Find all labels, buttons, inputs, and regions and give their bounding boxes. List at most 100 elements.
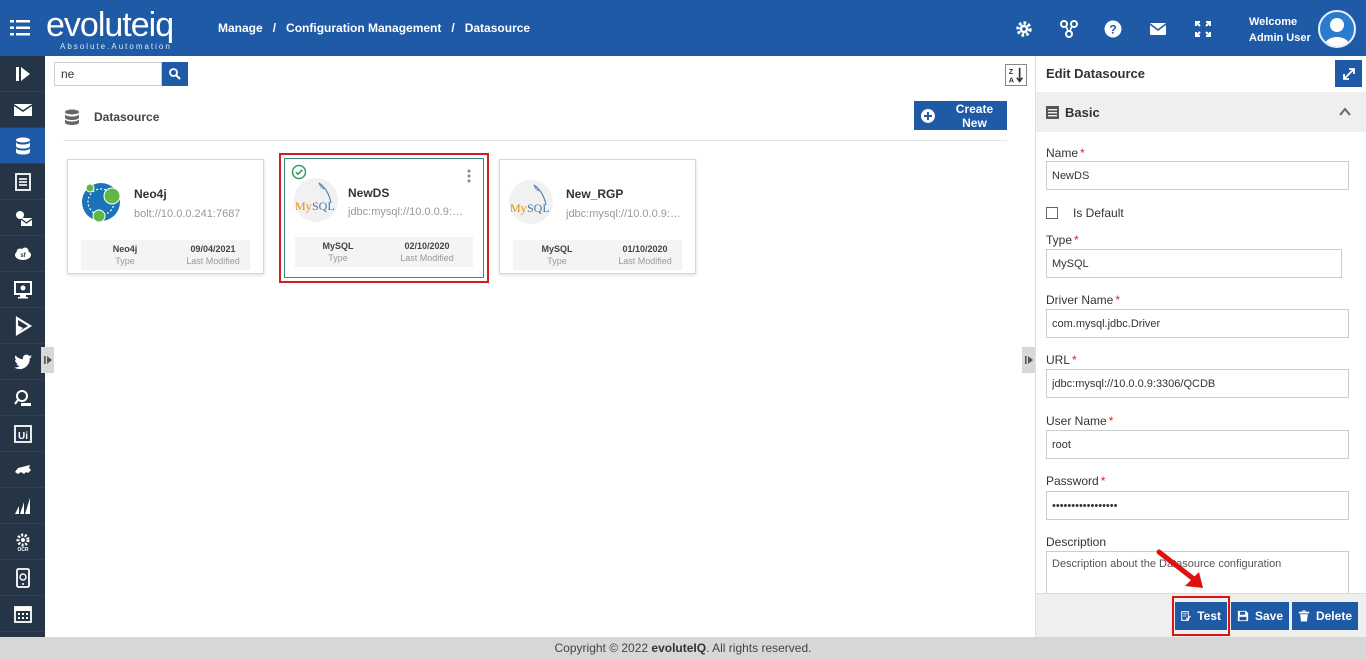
sidebar-item-start[interactable] xyxy=(0,56,45,92)
card-type: MySQL Type xyxy=(293,240,383,265)
section-title: Basic xyxy=(1065,105,1100,120)
sidebar-item-ocr[interactable]: OCR xyxy=(0,524,45,560)
gear-icon[interactable] xyxy=(1013,18,1035,40)
chart-icon xyxy=(14,497,30,514)
sort-icon[interactable]: Z A xyxy=(1005,64,1027,86)
twitter-icon xyxy=(13,354,32,369)
save-button[interactable]: Save xyxy=(1231,602,1289,630)
is-default-checkbox[interactable] xyxy=(1046,207,1058,219)
collapse-panel-handle[interactable] xyxy=(1022,347,1035,373)
card-name: New_RGP xyxy=(566,187,624,201)
card-modified-label: Last Modified xyxy=(186,256,240,266)
mysql-logo: My SQL xyxy=(509,180,553,224)
create-new-button[interactable]: Create New xyxy=(914,101,1007,130)
sidebar-item-email-settings[interactable] xyxy=(0,200,45,236)
card-meta: MySQL Type 02/10/2020 Last Modified xyxy=(295,237,473,267)
search-icon xyxy=(169,68,181,80)
user-avatar[interactable] xyxy=(1318,10,1356,48)
password-label-text: Password xyxy=(1046,474,1099,488)
network-icon[interactable] xyxy=(1058,18,1080,40)
required-mark: * xyxy=(1115,293,1121,307)
test-button[interactable]: Test xyxy=(1175,602,1227,630)
copyright-brand: evoluteIQ xyxy=(651,641,707,655)
type-field[interactable] xyxy=(1046,249,1342,278)
breadcrumb: Manage / Configuration Management / Data… xyxy=(218,21,530,35)
password-field[interactable] xyxy=(1046,491,1349,520)
breadcrumb-manage[interactable]: Manage xyxy=(218,21,263,35)
menu-toggle-icon[interactable] xyxy=(10,19,30,37)
search-input[interactable] xyxy=(54,62,162,86)
basic-section-header[interactable]: Basic xyxy=(1036,92,1366,132)
copyright-prefix: Copyright © 2022 xyxy=(554,641,652,655)
document-icon xyxy=(14,172,31,191)
sidebar-item-analytics[interactable] xyxy=(0,488,45,524)
url-field[interactable] xyxy=(1046,369,1349,398)
card-modified-value: 01/10/2020 xyxy=(622,244,668,254)
database-icon xyxy=(65,109,79,125)
required-mark: * xyxy=(1108,414,1114,428)
search-button[interactable] xyxy=(162,62,188,86)
type-label-text: Type xyxy=(1046,233,1073,247)
search-doc-icon xyxy=(13,389,31,406)
sidebar-item-rhino[interactable] xyxy=(0,452,45,488)
breadcrumb-configuration-management[interactable]: Configuration Management xyxy=(286,21,441,35)
salesforce-icon: sf xyxy=(14,247,31,260)
fullscreen-icon[interactable] xyxy=(1192,18,1214,40)
datasource-card-neo4j[interactable]: Neo4j bolt://10.0.0.241:7687 Neo4j Type … xyxy=(67,159,264,274)
card-body: My SQL NewDS jdbc:mysql://10.0.0.9:3306/… xyxy=(284,158,484,278)
sidebar-item-salesforce[interactable]: sf xyxy=(0,236,45,272)
monitor-icon xyxy=(13,280,32,298)
delete-button[interactable]: Delete xyxy=(1292,602,1358,630)
sidebar-item-mail[interactable] xyxy=(0,92,45,128)
expand-icon xyxy=(1342,67,1355,80)
card-type-label: Type xyxy=(115,256,135,266)
user-avatar-icon xyxy=(1324,18,1350,46)
sidebar-item-calendar[interactable] xyxy=(0,596,45,632)
help-icon[interactable]: ? xyxy=(1102,18,1124,40)
card-type: Neo4j Type xyxy=(80,243,170,268)
card-url: bolt://10.0.0.241:7687 xyxy=(134,208,241,220)
sidebar-item-dynamics[interactable] xyxy=(0,308,45,344)
name-field[interactable] xyxy=(1046,161,1349,190)
card-body: My SQL New_RGP jdbc:mysql://10.0.0.9:330… xyxy=(503,163,692,270)
card-modified-value: 02/10/2020 xyxy=(404,241,450,251)
svg-text:OCR: OCR xyxy=(17,547,29,552)
mail-icon[interactable] xyxy=(1147,18,1169,40)
sidebar-item-datasource[interactable] xyxy=(0,128,45,164)
sidebar-item-search-docs[interactable] xyxy=(0,380,45,416)
test-label: Test xyxy=(1197,609,1221,623)
card-name: NewDS xyxy=(348,186,390,200)
card-type-label: Type xyxy=(328,253,348,263)
mysql-text-sql: SQL xyxy=(527,201,550,215)
create-new-label: Create New xyxy=(955,101,994,130)
card-meta: MySQL Type 01/10/2020 Last Modified xyxy=(513,240,682,270)
svg-text:?: ? xyxy=(1109,23,1116,37)
page-footer: Copyright © 2022 evoluteIQ. All rights r… xyxy=(0,637,1366,660)
sidebar-item-documents[interactable] xyxy=(0,164,45,200)
card-name: Neo4j xyxy=(134,187,167,201)
datasource-list-area: Z A Datasource Create New Neo4j bolt://1… xyxy=(45,56,1035,637)
card-modified: 01/10/2020 Last Modified xyxy=(600,243,690,268)
chevron-up-icon[interactable] xyxy=(1338,105,1352,119)
datasource-card-newds[interactable]: My SQL NewDS jdbc:mysql://10.0.0.9:3306/… xyxy=(279,153,489,283)
neo4j-logo xyxy=(82,183,121,223)
sidebar-item-mobile[interactable] xyxy=(0,560,45,596)
sidebar-item-monitor[interactable] xyxy=(0,272,45,308)
datasource-card-new-rgp[interactable]: My SQL New_RGP jdbc:mysql://10.0.0.9:330… xyxy=(499,159,696,274)
sidebar-item-twitter[interactable] xyxy=(0,344,45,380)
collapse-sidebar-handle[interactable] xyxy=(41,347,54,373)
driver-name-field[interactable] xyxy=(1046,309,1349,338)
delete-label: Delete xyxy=(1315,609,1352,623)
logo-tagline: Absolute.Automation xyxy=(60,42,172,51)
section-title: Datasource xyxy=(94,110,160,124)
more-options-icon[interactable] xyxy=(467,169,471,183)
user-name-field[interactable] xyxy=(1046,430,1349,459)
mysql-text-my: My xyxy=(295,199,312,213)
sidebar-item-uipath[interactable]: Ui xyxy=(0,416,45,452)
name-label-text: Name xyxy=(1046,146,1079,160)
evoluteiq-logo[interactable]: evoluteiq Absolute.Automation xyxy=(40,6,190,51)
expand-panel-button[interactable] xyxy=(1335,60,1362,87)
phone-icon xyxy=(15,567,30,588)
plus-circle-icon xyxy=(920,108,935,123)
type-label: Type * xyxy=(1046,233,1079,247)
